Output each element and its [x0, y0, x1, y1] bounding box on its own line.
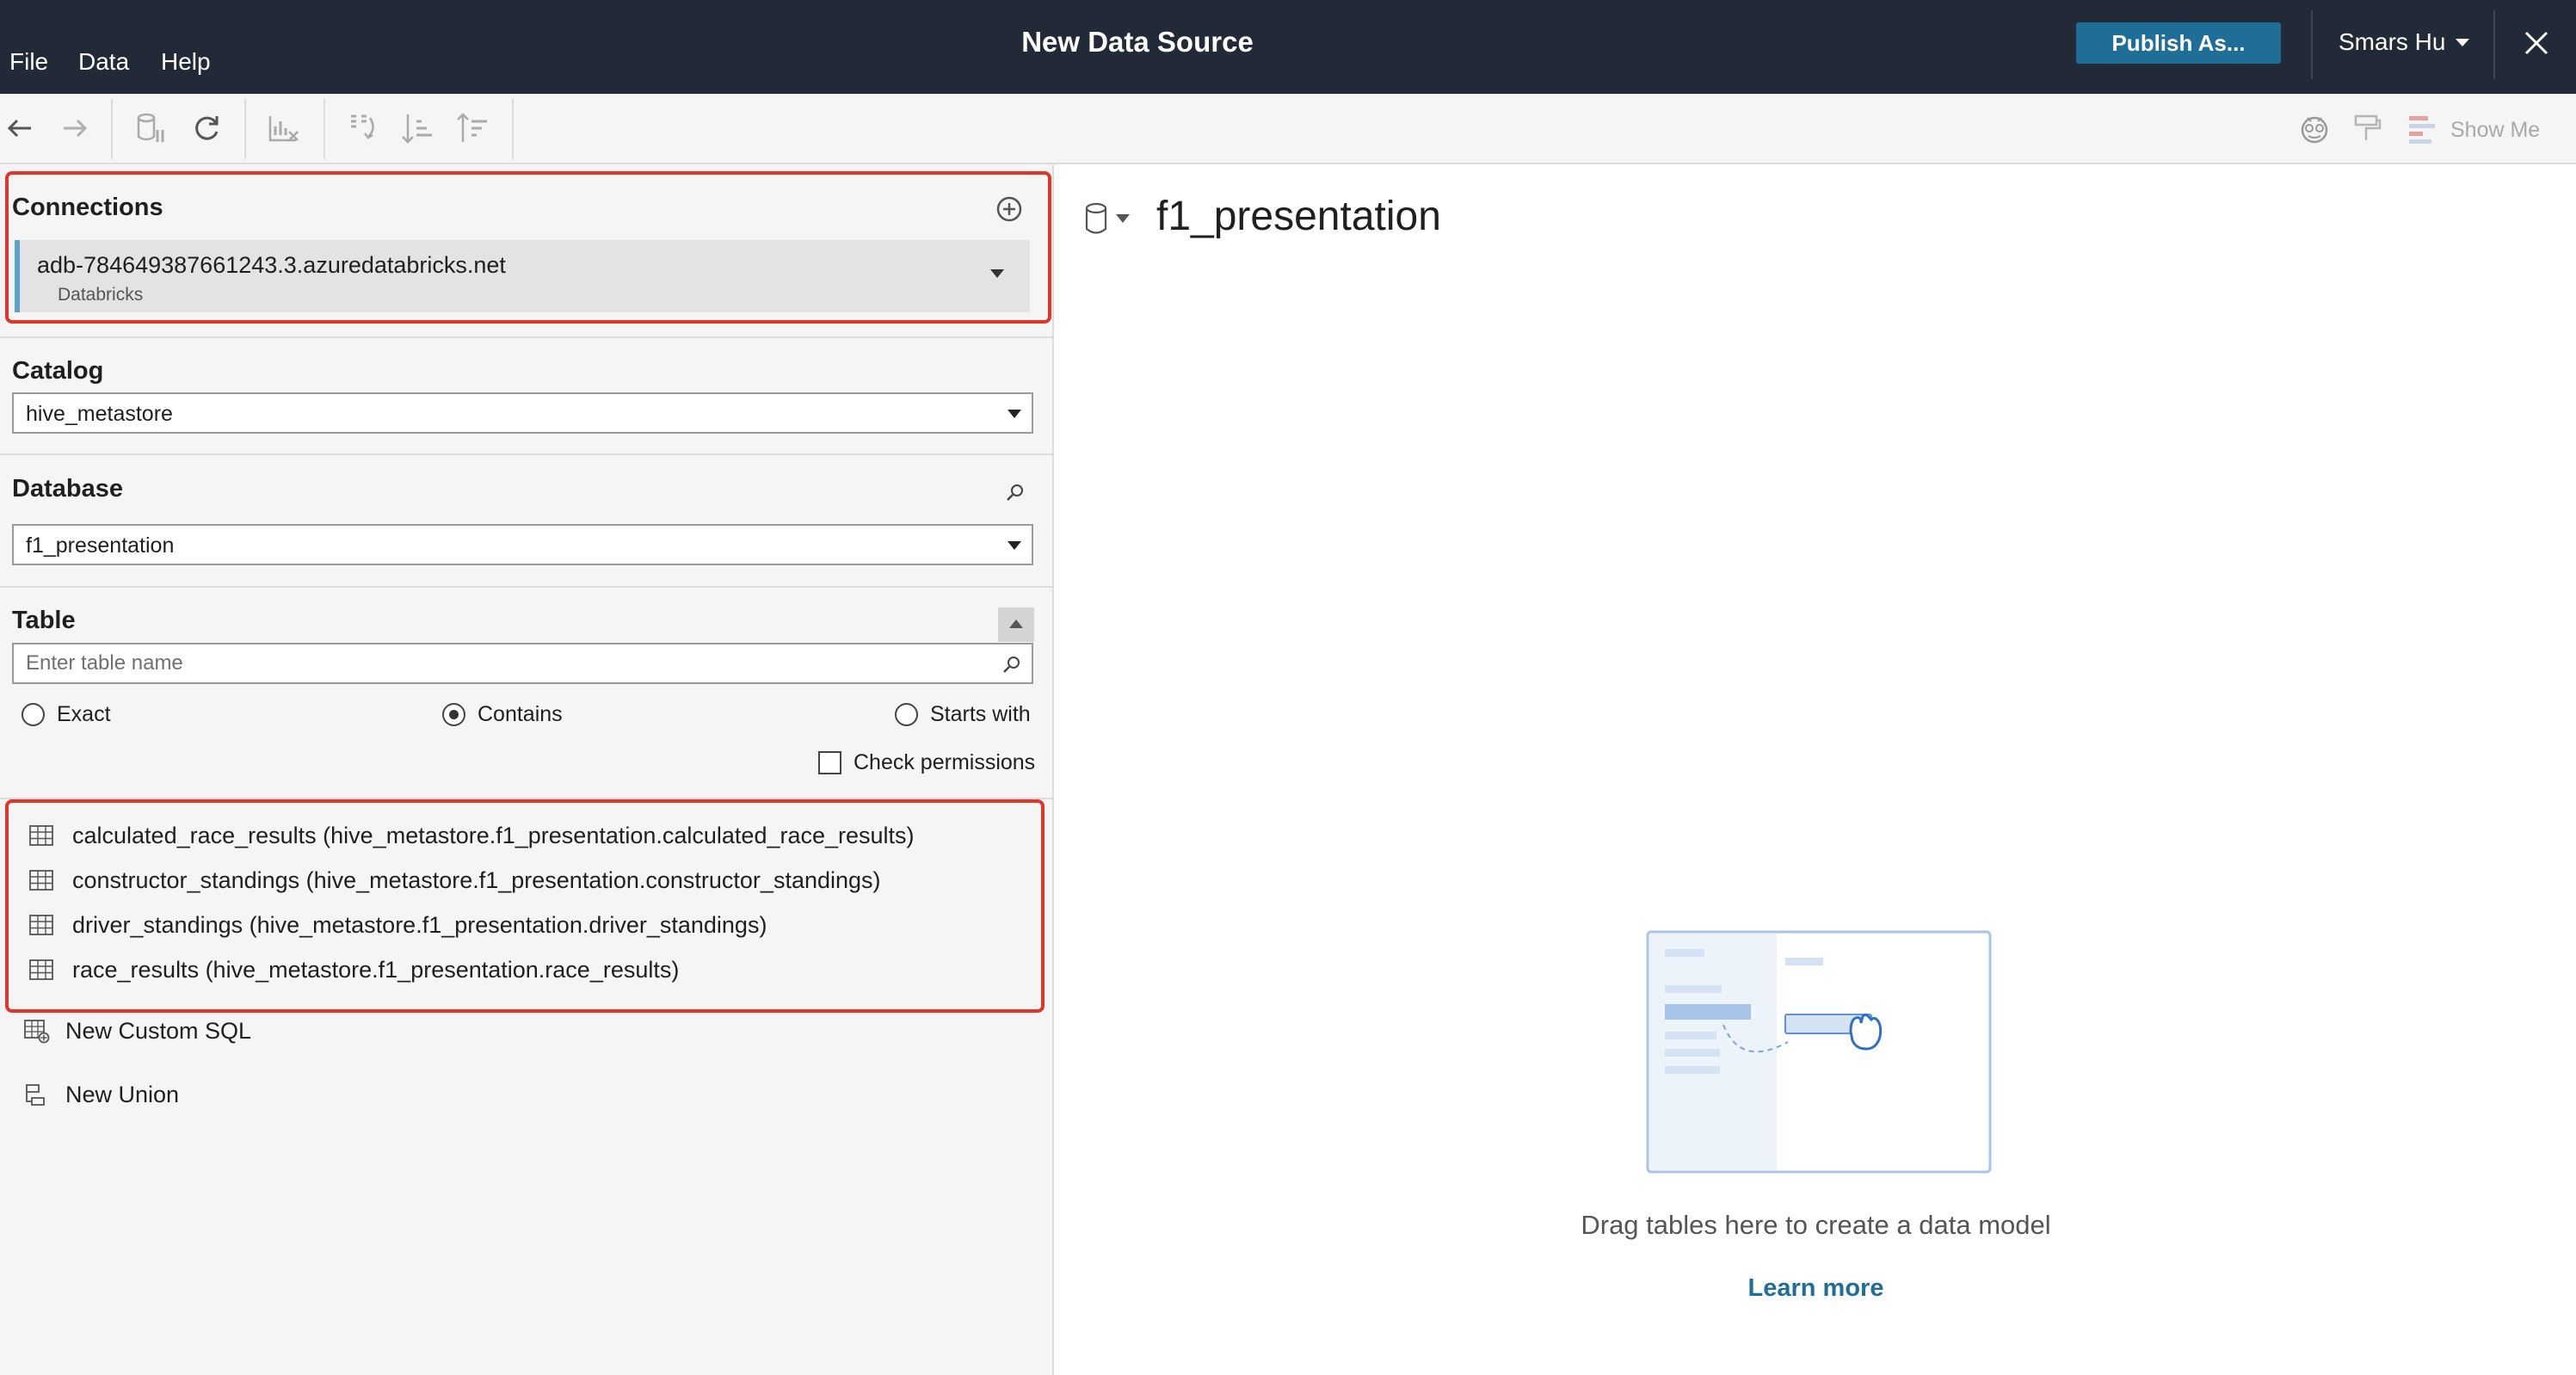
ask-data-icon[interactable] [2296, 109, 2333, 147]
title-separator [2493, 10, 2495, 79]
toolbar-separator [111, 99, 113, 159]
table-icon [29, 825, 53, 846]
connections-title: Connections [12, 194, 163, 221]
show-me-icon[interactable] [2404, 109, 2442, 147]
user-name: Smars Hu [2339, 28, 2446, 55]
section-divider [0, 586, 1054, 588]
radio-exact-label: Exact [57, 702, 111, 726]
radio-starts-with-label: Starts with [930, 702, 1031, 726]
union-icon [26, 1083, 45, 1106]
collapse-table-section-button[interactable] [998, 607, 1034, 642]
table-item-label: race_results (hive_metastore.f1_presenta… [72, 956, 680, 983]
title-bar: File Data Help New Data Source Publish A… [0, 0, 2576, 94]
table-item[interactable]: driver_standings (hive_metastore.f1_pres… [29, 906, 767, 944]
toolbar-separator [324, 99, 325, 159]
catalog-value: hive_metastore [26, 402, 173, 426]
section-divider [0, 798, 1054, 799]
radio-circle [895, 703, 918, 726]
section-divider [0, 453, 1054, 455]
custom-sql-icon [24, 1019, 50, 1043]
back-arrow-icon[interactable] [2, 109, 40, 147]
section-divider [0, 336, 1054, 338]
connection-item[interactable]: adb-784649387661243.3.azuredatabricks.ne… [15, 240, 1030, 312]
app-title: New Data Source [1021, 26, 1254, 58]
check-permissions-checkbox[interactable]: Check permissions [818, 750, 1035, 775]
learn-more-link[interactable]: Learn more [1056, 1274, 2576, 1303]
datasource-name[interactable]: f1_presentation [1156, 193, 1441, 240]
drag-tables-illustration [1646, 930, 1992, 1174]
clear-sheet-icon[interactable] [265, 109, 303, 147]
forward-arrow-icon[interactable] [55, 109, 93, 147]
new-custom-sql-label: New Custom SQL [65, 1018, 252, 1044]
table-icon [29, 915, 53, 935]
close-icon[interactable] [2519, 26, 2554, 60]
database-search-icon[interactable] [1004, 481, 1026, 503]
table-item[interactable]: race_results (hive_metastore.f1_presenta… [29, 951, 679, 989]
checkbox-box [818, 751, 841, 774]
radio-contains[interactable]: Contains [442, 702, 563, 727]
radio-contains-label: Contains [478, 702, 563, 726]
radio-starts-with[interactable]: Starts with [895, 702, 1031, 727]
radio-circle [22, 703, 45, 726]
toolbar: Show Me [0, 94, 2576, 164]
new-union-label: New Union [65, 1082, 180, 1107]
refresh-icon[interactable] [188, 109, 225, 147]
database-select[interactable]: f1_presentation [12, 524, 1033, 565]
table-item-label: driver_standings (hive_metastore.f1_pres… [72, 911, 767, 938]
sort-ascending-icon[interactable] [399, 109, 437, 147]
catalog-select[interactable]: hive_metastore [12, 392, 1033, 434]
new-custom-sql-item[interactable]: New Custom SQL [24, 1018, 251, 1045]
toolbar-separator [512, 99, 514, 159]
radio-exact[interactable]: Exact [22, 702, 111, 727]
datasource-menu-caret-icon[interactable] [1116, 214, 1130, 223]
add-connection-icon[interactable] [995, 195, 1023, 223]
table-item-label: constructor_standings (hive_metastore.f1… [72, 866, 881, 893]
show-me-label[interactable]: Show Me [2450, 118, 2540, 143]
connection-type: Databricks [58, 285, 144, 305]
data-model-canvas[interactable]: f1_presentation Drag tables here to crea… [1056, 164, 2576, 1375]
database-title: Database [12, 475, 123, 503]
search-icon[interactable] [1000, 652, 1024, 676]
user-menu[interactable]: Smars Hu [2339, 28, 2470, 56]
radio-circle-selected [442, 703, 465, 726]
database-icon[interactable] [1082, 202, 1111, 237]
table-icon [29, 870, 53, 891]
database-value: f1_presentation [26, 533, 175, 558]
table-item[interactable]: constructor_standings (hive_metastore.f1… [29, 861, 881, 899]
catalog-title: Catalog [12, 357, 104, 385]
title-separator [2311, 10, 2313, 79]
sort-descending-icon[interactable] [454, 109, 492, 147]
connection-menu-caret-icon[interactable] [990, 269, 1004, 278]
caret-down-icon [1008, 541, 1021, 550]
pause-updates-icon[interactable] [131, 109, 169, 147]
data-source-sidebar: Connections adb-784649387661243.3.azured… [0, 164, 1054, 1375]
format-painter-icon[interactable] [2349, 109, 2387, 147]
caret-down-icon [1008, 410, 1021, 418]
caret-down-icon [2456, 39, 2470, 46]
check-permissions-label: Check permissions [854, 750, 1036, 774]
connection-host: adb-784649387661243.3.azuredatabricks.ne… [37, 252, 506, 278]
table-item[interactable]: calculated_race_results (hive_metastore.… [29, 817, 915, 854]
drag-tables-hint: Drag tables here to create a data model [1581, 1210, 2051, 1240]
new-union-item[interactable]: New Union [24, 1082, 179, 1108]
table-title: Table [12, 607, 76, 634]
publish-as-button[interactable]: Publish As... [2076, 22, 2281, 64]
table-icon [29, 959, 53, 980]
table-search-input[interactable] [12, 643, 1033, 684]
swap-axes-icon[interactable] [344, 109, 382, 147]
table-item-label: calculated_race_results (hive_metastore.… [72, 822, 915, 848]
toolbar-separator [244, 99, 246, 159]
